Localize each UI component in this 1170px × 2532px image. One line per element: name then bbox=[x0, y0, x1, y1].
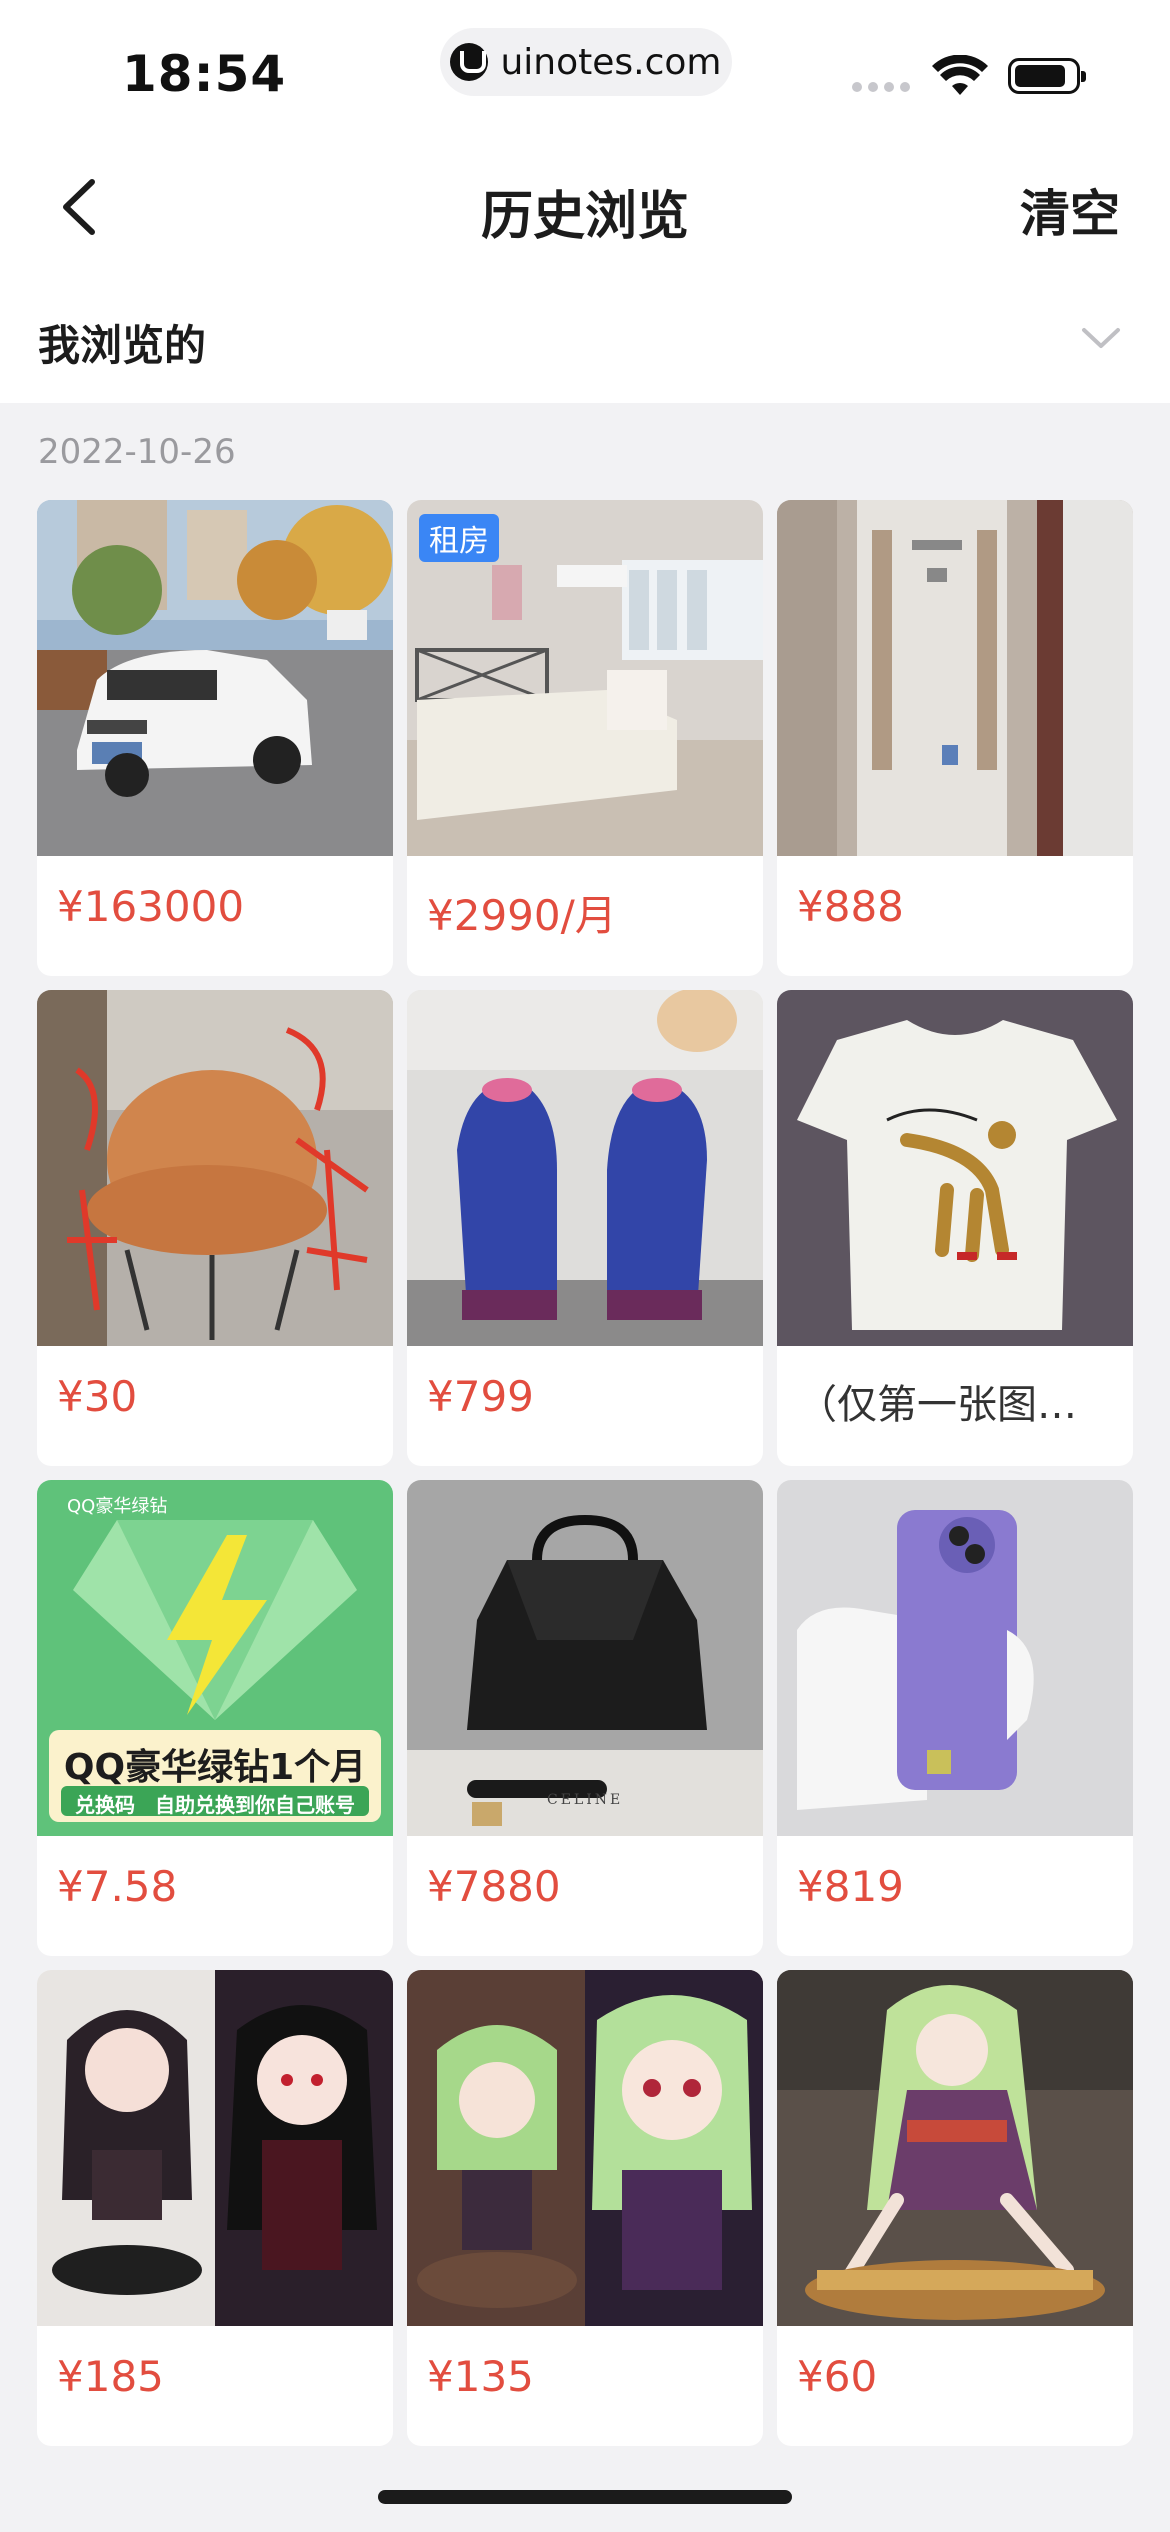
product-card[interactable]: ¥163000 bbox=[37, 500, 393, 976]
product-image-tshirt bbox=[777, 990, 1133, 1346]
item-price: ¥185 bbox=[57, 2352, 164, 2401]
product-image-qq-green-diamond: QQ豪华绿钻 QQ豪华绿钻1个月 兑换码 自助兑换到你自己账号 bbox=[37, 1480, 393, 1836]
site-icon bbox=[450, 43, 489, 81]
status-time: 18:54 bbox=[122, 45, 287, 103]
product-image-anime-figure bbox=[777, 1970, 1133, 2326]
item-price: ¥163000 bbox=[57, 882, 245, 931]
celine-brand-text: CELINE bbox=[547, 1792, 624, 1808]
qq-brand-text: QQ豪华绿钻 bbox=[67, 1496, 168, 1517]
home-indicator[interactable] bbox=[378, 2490, 792, 2504]
product-card[interactable]: ¥888 bbox=[777, 500, 1133, 976]
product-card[interactable]: ¥60 bbox=[777, 1970, 1133, 2446]
product-image-handbag: CELINE bbox=[407, 1480, 763, 1836]
product-image-chair bbox=[37, 990, 393, 1346]
item-price: ¥30 bbox=[57, 1372, 138, 1421]
url-text: uinotes.com bbox=[500, 41, 722, 83]
qq-card-subtitle: 兑换码 自助兑换到你自己账号 bbox=[75, 1793, 355, 1817]
battery-icon bbox=[1008, 58, 1086, 94]
item-price: ¥135 bbox=[427, 2352, 534, 2401]
filter-dropdown-label[interactable]: 我浏览的 bbox=[38, 312, 206, 373]
item-price: ¥819 bbox=[797, 1862, 904, 1911]
product-card[interactable]: （仅第一张图… bbox=[777, 990, 1133, 1466]
url-pill[interactable]: uinotes.com bbox=[440, 28, 732, 96]
item-price: ¥2990/月 bbox=[427, 891, 617, 940]
product-image-anime-figure bbox=[37, 1970, 393, 2326]
product-image-phone bbox=[777, 1480, 1133, 1836]
item-price: ¥7.58 bbox=[57, 1862, 178, 1911]
item-price: ¥799 bbox=[427, 1372, 534, 1421]
product-card[interactable]: ¥30 bbox=[37, 990, 393, 1466]
clear-button[interactable]: 清空 bbox=[1020, 174, 1120, 246]
item-price: ¥888 bbox=[797, 882, 904, 931]
header-area: 18:54 uinotes.com 历史浏览 清空 我浏览的 bbox=[0, 0, 1170, 403]
product-image-bedroom: 租房 bbox=[407, 500, 763, 856]
product-card[interactable]: ¥185 bbox=[37, 1970, 393, 2446]
qq-card-title: QQ豪华绿钻1个月 bbox=[63, 1747, 367, 1788]
item-price: ¥7880 bbox=[427, 1862, 561, 1911]
history-grid: ¥163000 租房 ¥2990/月 ¥888 ¥30 ¥799 （仅第一张图…… bbox=[37, 500, 1133, 2446]
product-image-air-conditioner bbox=[777, 500, 1133, 856]
product-card[interactable]: QQ豪华绿钻 QQ豪华绿钻1个月 兑换码 自助兑换到你自己账号 ¥7.58 bbox=[37, 1480, 393, 1956]
product-card[interactable]: 租房 ¥2990/月 bbox=[407, 500, 763, 976]
product-card[interactable]: ¥135 bbox=[407, 1970, 763, 2446]
wifi-icon bbox=[932, 55, 988, 95]
product-image-car bbox=[37, 500, 393, 856]
rent-tag: 租房 bbox=[419, 514, 499, 562]
section-date: 2022-10-26 bbox=[38, 432, 236, 472]
cellular-signal-icon bbox=[852, 82, 910, 92]
item-title: （仅第一张图… bbox=[797, 1382, 1077, 1428]
page-title: 历史浏览 bbox=[480, 187, 689, 247]
product-image-anime-figure bbox=[407, 1970, 763, 2326]
item-price: ¥60 bbox=[797, 2352, 878, 2401]
product-card[interactable]: ¥819 bbox=[777, 1480, 1133, 1956]
product-card[interactable]: CELINE ¥7880 bbox=[407, 1480, 763, 1956]
product-card[interactable]: ¥799 bbox=[407, 990, 763, 1466]
chevron-down-icon[interactable] bbox=[1080, 320, 1122, 356]
product-image-shoes bbox=[407, 990, 763, 1346]
